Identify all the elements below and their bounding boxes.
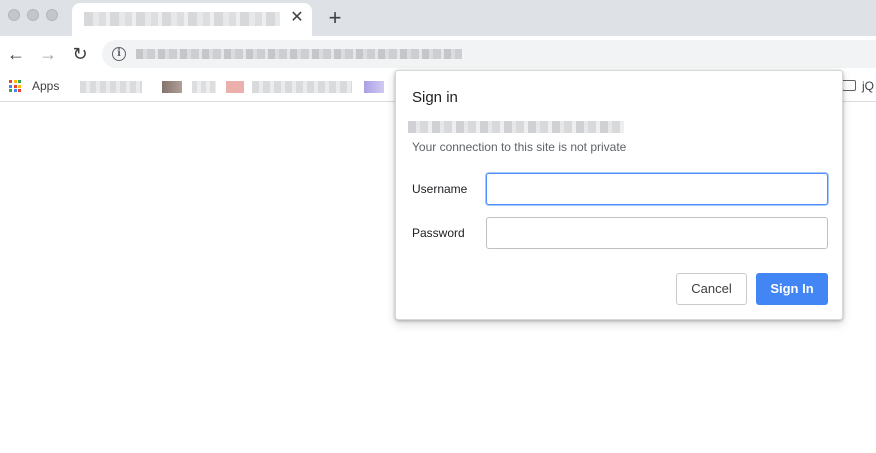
- bookmark-item-redacted[interactable]: [80, 81, 142, 93]
- tab-strip: ✕ +: [0, 0, 876, 36]
- password-label: Password: [412, 226, 465, 240]
- cancel-button[interactable]: Cancel: [676, 273, 747, 305]
- username-field[interactable]: [486, 173, 828, 205]
- apps-grid-dot: [9, 89, 12, 92]
- folder-icon: [842, 80, 856, 91]
- bookmark-item-redacted[interactable]: [252, 81, 352, 93]
- site-url-redacted: [408, 121, 624, 133]
- bookmark-apps[interactable]: Apps: [32, 79, 59, 93]
- apps-grid-dot: [13, 89, 17, 92]
- window-close-control[interactable]: [8, 9, 20, 21]
- apps-grid-dot: [9, 80, 12, 83]
- address-bar[interactable]: i: [102, 40, 876, 68]
- window-zoom-control[interactable]: [46, 9, 58, 21]
- url-text-redacted: [136, 49, 462, 59]
- bookmark-item-redacted[interactable]: [162, 81, 182, 93]
- username-label: Username: [412, 182, 468, 196]
- site-info-icon[interactable]: i: [112, 47, 126, 61]
- apps-grid-icon[interactable]: [9, 80, 21, 92]
- reload-icon[interactable]: ↻: [69, 43, 91, 65]
- apps-grid-dot: [18, 89, 21, 92]
- bookmark-folder[interactable]: jQ: [862, 79, 874, 93]
- new-tab-icon[interactable]: +: [324, 7, 346, 29]
- sign-in-button[interactable]: Sign In: [756, 273, 828, 305]
- bookmark-item-redacted[interactable]: [226, 81, 244, 93]
- apps-grid-dot: [13, 80, 17, 83]
- sign-in-dialog: Sign in Your connection to this site is …: [395, 70, 843, 320]
- apps-grid-dot: [18, 80, 21, 83]
- apps-grid-dot: [9, 84, 12, 88]
- password-field[interactable]: [486, 217, 828, 249]
- apps-grid-dot: [13, 84, 17, 88]
- bookmark-item-redacted[interactable]: [364, 81, 384, 93]
- apps-grid-dot: [18, 84, 21, 88]
- forward-arrow-icon[interactable]: →: [37, 43, 59, 65]
- window-minimize-control[interactable]: [27, 9, 39, 21]
- browser-tab-active[interactable]: ✕: [72, 3, 312, 36]
- tab-title-redacted: [84, 12, 280, 26]
- back-arrow-icon[interactable]: ←: [5, 43, 27, 65]
- dialog-title: Sign in: [412, 89, 458, 106]
- bookmark-item-redacted[interactable]: [192, 81, 216, 93]
- connection-warning: Your connection to this site is not priv…: [412, 140, 627, 154]
- browser-toolbar: ← → ↻ i: [0, 36, 876, 72]
- close-tab-icon[interactable]: ✕: [288, 9, 306, 27]
